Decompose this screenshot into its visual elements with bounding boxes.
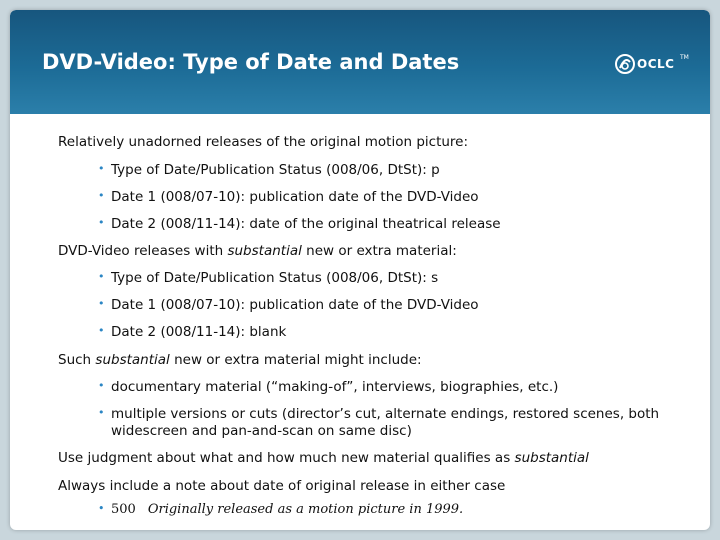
bullet-icon: • (98, 162, 105, 175)
bullet-icon: • (98, 297, 105, 310)
oclc-logo: OCLC TM (614, 52, 694, 76)
bullet-icon: • (98, 379, 105, 392)
title-bar: DVD-Video: Type of Date and Dates OCLC T… (10, 10, 710, 114)
bullet-icon: • (98, 406, 105, 419)
section-heading: Such substantial new or extra material m… (58, 352, 422, 368)
section-line: Always include a note about date of orig… (58, 478, 506, 494)
bullet-icon: • (98, 324, 105, 337)
slide-title: DVD-Video: Type of Date and Dates (42, 50, 460, 74)
bullet-icon: • (98, 502, 105, 515)
section-heading: Relatively unadorned releases of the ori… (58, 134, 469, 150)
oclc-logo-text: OCLC (637, 57, 675, 71)
bullet-icon: • (98, 216, 105, 229)
oclc-logo-icon (615, 54, 635, 74)
section-line: Use judgment about what and how much new… (58, 450, 589, 466)
oclc-logo-trademark: TM (680, 54, 689, 61)
marc-tag: 500 (111, 502, 136, 517)
section-heading: DVD-Video releases with substantial new … (58, 243, 457, 259)
bullet-icon: • (98, 189, 105, 202)
slide: DVD-Video: Type of Date and Dates OCLC T… (10, 10, 710, 530)
bullet-icon: • (98, 270, 105, 283)
note-text: Originally released as a motion picture … (147, 502, 464, 517)
